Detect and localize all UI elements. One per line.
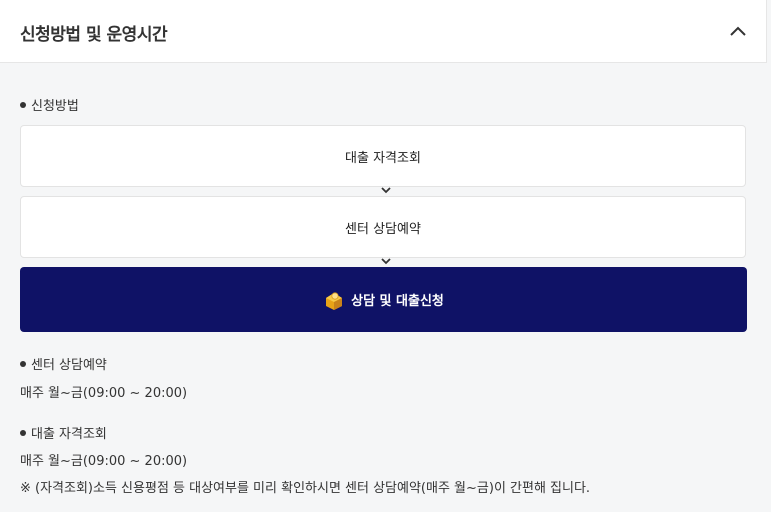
accordion-header[interactable]: 신청방법 및 운영시간 [0,0,767,63]
bullet-icon [20,429,26,436]
consult-building-icon [326,291,343,310]
method-label: 신청방법 [31,99,79,114]
bullet-icon [20,360,26,367]
bullet-icon [20,101,26,108]
consult-apply-button[interactable]: 상담 및 대출신청 [20,267,747,332]
method-section-label: 신청방법 [20,95,79,114]
step-center-reservation: 센터 상담예약 [20,196,746,258]
hours-center-label: 센터 상담예약 [20,354,107,373]
hours-label: 대출 자격조회 [31,427,107,442]
page-title: 신청방법 및 운영시간 [20,25,168,45]
step-qualification-check: 대출 자격조회 [20,125,746,187]
step-label: 대출 자격조회 [345,150,421,166]
hours-qualification-label: 대출 자격조회 [20,423,107,442]
hours-qualification-time: 매주 월~금(09:00 ~ 20:00) [20,454,188,469]
step-label: 센터 상담예약 [345,221,421,237]
note-text: ※ (자격조회)소득 신용평점 등 대상여부를 미리 확인하시면 센터 상담예약… [20,481,591,496]
cta-label: 상담 및 대출신청 [351,294,444,309]
hours-center-time: 매주 월~금(09:00 ~ 20:00) [20,386,188,401]
chevron-up-icon[interactable] [729,24,747,38]
hours-label: 센터 상담예약 [31,358,107,373]
chevron-down-icon [381,187,391,194]
chevron-down-icon [381,258,391,265]
